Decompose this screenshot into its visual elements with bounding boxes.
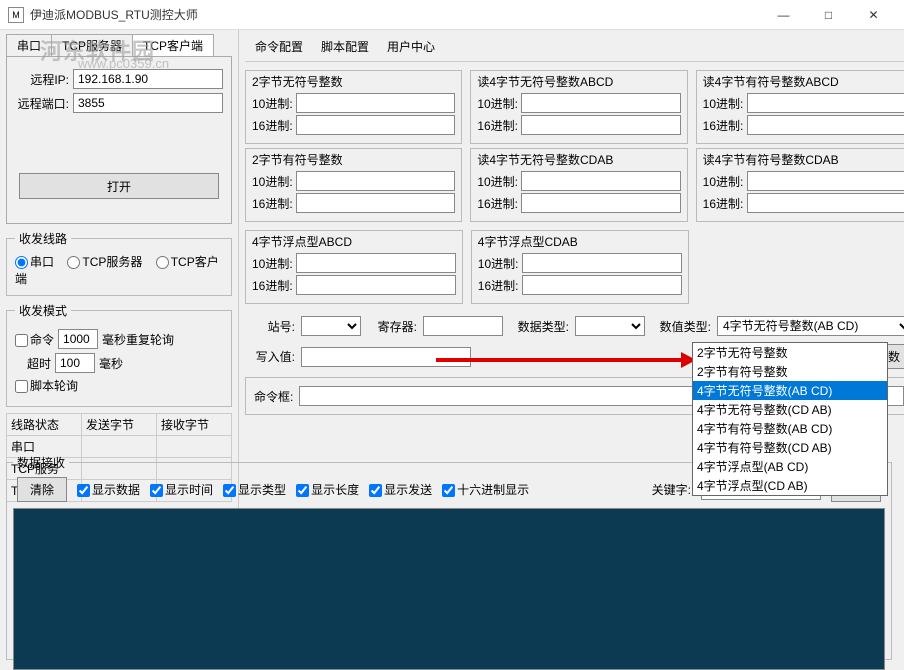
hex-input[interactable] (521, 193, 680, 213)
remote-port-input[interactable] (73, 93, 223, 113)
mode-fieldset: 收发模式 命令 毫秒重复轮询 超时 毫秒 脚本轮询 (6, 302, 232, 407)
chk-show-length[interactable]: 显示长度 (296, 481, 359, 498)
hex-input[interactable] (747, 193, 904, 213)
dropdown-option[interactable]: 2字节有符号整数 (693, 362, 887, 381)
dropdown-option[interactable]: 4字节有符号整数(AB CD) (693, 419, 887, 438)
dec-input[interactable] (296, 171, 455, 191)
dropdown-option[interactable]: 4字节有符号整数(CD AB) (693, 438, 887, 457)
hex-input[interactable] (296, 275, 456, 295)
status-col-route: 线路状态 (7, 414, 82, 436)
chk-show-send[interactable]: 显示发送 (369, 481, 432, 498)
chk-show-type[interactable]: 显示类型 (223, 481, 286, 498)
hex-input[interactable] (296, 193, 455, 213)
valuetype-label: 数值类型: (651, 318, 711, 335)
hex-input[interactable] (521, 115, 680, 135)
remote-ip-label: 远程IP: (15, 71, 69, 88)
keyword-label: 关键字: (652, 481, 691, 498)
titlebar: M 伊迪派MODBUS_RTU测控大师 — □ ✕ (0, 0, 904, 30)
cmd-checkbox[interactable]: 命令 (15, 331, 54, 348)
timeout-input[interactable] (55, 353, 95, 373)
group-2byte-unsigned: 2字节无符号整数 10进制: 16进制: (245, 70, 462, 144)
group-4byte-signed-cdab: 读4字节有符号整数CDAB 10进制: 16进制: (696, 148, 904, 222)
dec-input[interactable] (521, 93, 680, 113)
app-icon: M (8, 7, 24, 23)
group-4byte-float-cdab: 4字节浮点型CDAB 10进制: 16进制: (471, 230, 689, 304)
window-title: 伊迪派MODBUS_RTU测控大师 (30, 6, 761, 23)
register-input[interactable] (423, 316, 503, 336)
hex-input[interactable] (522, 275, 682, 295)
hex-input[interactable] (296, 115, 455, 135)
register-label: 寄存器: (367, 318, 417, 335)
remote-port-label: 远程端口: (15, 95, 69, 112)
connection-tabs: 串口 TCP服务器 TCP客户端 (6, 34, 232, 56)
tab-serial[interactable]: 串口 (6, 34, 52, 56)
open-button[interactable]: 打开 (19, 173, 219, 199)
dropdown-option[interactable]: 2字节无符号整数 (693, 343, 887, 362)
route-legend: 收发线路 (15, 230, 71, 247)
mode-legend: 收发模式 (15, 302, 71, 319)
script-poll-checkbox[interactable]: 脚本轮询 (15, 377, 78, 394)
log-output[interactable] (13, 508, 885, 670)
dec-input[interactable] (296, 93, 455, 113)
dec-input[interactable] (522, 253, 682, 273)
write-value-input[interactable] (301, 347, 471, 367)
radio-serial[interactable]: 串口 (15, 255, 54, 269)
valuetype-dropdown-list[interactable]: 2字节无符号整数 2字节有符号整数 4字节无符号整数(AB CD) 4字节无符号… (692, 342, 888, 496)
dec-input[interactable] (296, 253, 456, 273)
dropdown-option[interactable]: 4字节浮点型(AB CD) (693, 457, 887, 476)
datatype-select[interactable] (575, 316, 645, 336)
remote-ip-input[interactable] (73, 69, 223, 89)
group-4byte-unsigned-abcd: 读4字节无符号整数ABCD 10进制: 16进制: (470, 70, 687, 144)
write-value-label: 写入值: (245, 348, 295, 365)
tab-tcp-server[interactable]: TCP服务器 (51, 34, 133, 56)
valuetype-select[interactable]: 4字节无符号整数(AB CD) (717, 316, 904, 336)
tab-tcp-client[interactable]: TCP客户端 (132, 34, 214, 56)
status-col-recv: 接收字节 (157, 414, 232, 436)
cmd-suffix: 毫秒重复轮询 (102, 331, 174, 348)
dec-input[interactable] (521, 171, 680, 191)
cmd-interval-input[interactable] (58, 329, 98, 349)
timeout-label: 超时 (15, 355, 51, 372)
chk-hex-display[interactable]: 十六进制显示 (442, 481, 529, 498)
group-4byte-signed-abcd: 读4字节有符号整数ABCD 10进制: 16进制: (696, 70, 904, 144)
radio-tcp-server[interactable]: TCP服务器 (67, 255, 142, 269)
chk-show-data[interactable]: 显示数据 (77, 481, 140, 498)
timeout-suffix: 毫秒 (99, 355, 123, 372)
menubar: 命令配置 脚本配置 用户中心 (245, 34, 904, 59)
group-4byte-float-abcd: 4字节浮点型ABCD 10进制: 16进制: (245, 230, 463, 304)
data-receive-legend: 数据接收 (13, 454, 69, 471)
dec-input[interactable] (747, 171, 904, 191)
hex-input[interactable] (747, 115, 904, 135)
maximize-button[interactable]: □ (806, 0, 851, 30)
station-select[interactable] (301, 316, 361, 336)
status-col-sent: 发送字节 (82, 414, 157, 436)
minimize-button[interactable]: — (761, 0, 806, 30)
dec-input[interactable] (747, 93, 904, 113)
group-4byte-unsigned-cdab: 读4字节无符号整数CDAB 10进制: 16进制: (470, 148, 687, 222)
close-button[interactable]: ✕ (851, 0, 896, 30)
menu-script-config[interactable]: 脚本配置 (321, 38, 369, 55)
conversion-groups: 2字节无符号整数 10进制: 16进制: 读4字节无符号整数ABCD 10进制:… (245, 70, 904, 222)
menu-command-config[interactable]: 命令配置 (255, 38, 303, 55)
clear-button[interactable]: 清除 (17, 477, 67, 502)
connection-tab-body: 远程IP: 远程端口: 打开 (6, 56, 232, 224)
station-label: 站号: (245, 318, 295, 335)
menu-user-center[interactable]: 用户中心 (387, 38, 435, 55)
dropdown-option[interactable]: 4字节无符号整数(CD AB) (693, 400, 887, 419)
cmdframe-label: 命令框: (254, 388, 293, 405)
route-fieldset: 收发线路 串口 TCP服务器 TCP客户端 (6, 230, 232, 296)
datatype-label: 数据类型: (509, 318, 569, 335)
chk-show-time[interactable]: 显示时间 (150, 481, 213, 498)
group-2byte-signed: 2字节有符号整数 10进制: 16进制: (245, 148, 462, 222)
dropdown-option[interactable]: 4字节浮点型(CD AB) (693, 476, 887, 495)
dropdown-option-selected[interactable]: 4字节无符号整数(AB CD) (693, 381, 887, 400)
